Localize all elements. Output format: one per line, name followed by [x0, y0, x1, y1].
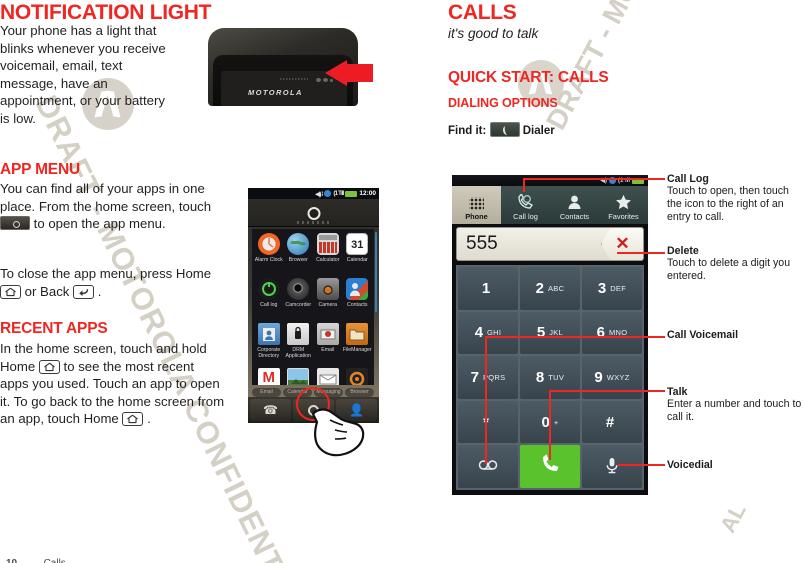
find-it-row: Find it: Dialer [448, 122, 555, 137]
close-menu-text-a: To close the app menu, press Home [0, 266, 212, 281]
callout-title: Talk [667, 386, 688, 398]
recent-apps-text-c: . [147, 411, 151, 427]
home-key-icon [0, 284, 21, 299]
leader-line-voicemail-v [485, 336, 487, 464]
callout-title: Voicedial [667, 459, 713, 471]
recent-apps-heading: RECENT APPS [0, 320, 108, 337]
callout-call-voicemail: Call Voicemail [667, 329, 804, 341]
callout-body: Enter a number and touch to call it. [667, 398, 802, 424]
app-menu-paragraph-2: To close the app menu, press Home or Bac… [0, 265, 222, 300]
callout-body: Touch to open, then touch the icon to th… [667, 185, 789, 224]
quick-start-heading: QUICK START: CALLS [448, 69, 609, 86]
leader-line-talk-h [549, 390, 665, 392]
calls-subtitle: it's good to talk [448, 26, 539, 41]
callout-title: Delete [667, 245, 699, 257]
close-menu-text-b: or Back [24, 283, 70, 299]
find-it-label: Find it: [448, 125, 487, 137]
leader-line-voicedial [618, 464, 665, 466]
recent-apps-body: In the home screen, touch and hold Home … [0, 340, 226, 428]
callout-body: Touch to delete a digit you entered. [667, 257, 791, 283]
calls-heading: CALLS [448, 1, 517, 24]
dialing-options-heading: DIALING OPTIONS [448, 96, 558, 110]
footer-section-name: Calls [44, 558, 66, 563]
manual-page: DRAFT - MOTOROLA CONFIDENTIAL & PROPRIET… [0, 0, 804, 563]
footer: 10 Calls [6, 553, 66, 563]
app-menu-paragraph-1: You can find all of your apps in one pla… [0, 180, 222, 233]
leader-line-talk-v [549, 390, 551, 460]
notification-light-heading: NOTIFICATION LIGHT [0, 1, 212, 24]
callout-title: Call Log [667, 173, 709, 185]
app-menu-text-a: You can find all of your apps in one pla… [0, 181, 212, 214]
left-column: NOTIFICATION LIGHT Your phone has a ligh… [0, 0, 400, 563]
page-number: 10 [6, 558, 17, 563]
back-key-icon [73, 284, 95, 299]
find-it-target: Dialer [522, 125, 555, 137]
pointing-hand-illustration [311, 408, 365, 457]
callout-delete: Delete Touch to delete a digit you enter… [667, 245, 804, 283]
callout-voicedial: Voicedial [667, 459, 804, 471]
app-menu-text-b: to open the app menu. [33, 216, 166, 232]
app-menu-key-icon [0, 216, 30, 231]
leader-line-voicemail-h [485, 336, 665, 338]
home-key-icon-3 [122, 412, 144, 427]
leader-line-call-log-h [523, 178, 665, 180]
callout-talk: Talk Enter a number and touch to call it… [667, 386, 804, 424]
callout-call-log: Call Log Touch to open, then touch the i… [667, 173, 804, 225]
leader-line-call-log [523, 178, 525, 192]
notification-light-body: Your phone has a light that blinks whene… [0, 23, 166, 126]
home-key-icon-2 [38, 359, 60, 374]
callout-title: Call Voicemail [667, 329, 739, 341]
dialer-key-icon [489, 122, 520, 137]
app-menu-heading: APP MENU [0, 161, 80, 178]
leader-line-delete [617, 252, 665, 254]
close-menu-text-c: . [97, 283, 102, 299]
